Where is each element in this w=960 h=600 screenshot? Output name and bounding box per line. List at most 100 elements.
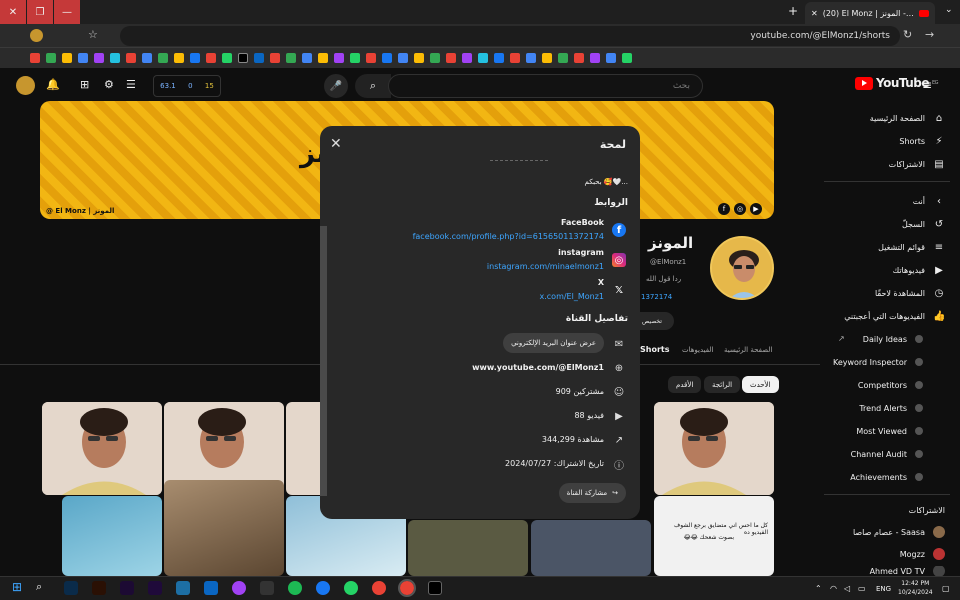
close-window-icon[interactable]: ✕	[0, 0, 26, 24]
bookmark-icon[interactable]	[318, 53, 328, 63]
bookmark-icon[interactable]	[622, 53, 632, 63]
restore-window-icon[interactable]: ❐	[27, 0, 53, 24]
bookmark-icon[interactable]	[398, 53, 408, 63]
folder-icon[interactable]	[176, 581, 190, 595]
instagram-icon[interactable]: ◎	[734, 203, 746, 215]
bookmark-icon[interactable]	[302, 53, 312, 63]
subscription-item[interactable]: Ahmed VD TV	[830, 566, 945, 576]
premiere-icon[interactable]	[148, 581, 162, 595]
search-button[interactable]: ⌕	[355, 74, 391, 98]
account-avatar[interactable]	[16, 76, 35, 95]
clock[interactable]: 12:42 PM 10/24/2024	[898, 579, 933, 597]
sidebar-item-shorts[interactable]: Shorts ⚡	[830, 131, 945, 151]
bookmark-icon[interactable]	[126, 53, 136, 63]
show-email-button[interactable]: عرض عنوان البريد الإلكتروني	[503, 333, 604, 353]
bookmark-icon[interactable]	[494, 53, 504, 63]
browser-tab[interactable]: ✕ (20) El Monz | المونز - YouTube	[805, 2, 935, 24]
close-tab-icon[interactable]: ✕	[811, 9, 818, 18]
new-tab-button[interactable]: +	[788, 4, 798, 18]
menu-hamburger-icon[interactable]: ≡	[922, 78, 932, 92]
sidebar-section-you[interactable]: أنت ‹	[830, 191, 945, 211]
chrome-icon[interactable]	[372, 581, 386, 595]
sidebar-tool-channel-audit[interactable]: Channel Audit	[830, 444, 923, 464]
bookmark-icon[interactable]	[238, 53, 248, 63]
illustrator-icon[interactable]	[92, 581, 106, 595]
sidebar-item-your-videos[interactable]: فيديوهاتك ▶	[830, 260, 945, 280]
bookmark-icon[interactable]	[286, 53, 296, 63]
extension-stats-widget[interactable]: 63.1 0 15	[153, 75, 221, 97]
photoshop-icon[interactable]	[64, 581, 78, 595]
channel-description[interactable]: ردا قول الله	[646, 275, 681, 283]
bookmark-icon[interactable]	[542, 53, 552, 63]
bookmark-icon[interactable]	[606, 53, 616, 63]
channel-link[interactable]: 1372174	[641, 293, 672, 301]
sidebar-tool-trend-alerts[interactable]: Trend Alerts	[830, 398, 923, 418]
short-thumbnail[interactable]	[654, 402, 774, 495]
extension-menu-icon[interactable]: ☰	[126, 78, 136, 91]
notifications-icon[interactable]: ▢	[942, 584, 950, 593]
bookmark-icon[interactable]	[62, 53, 72, 63]
voice-search-icon[interactable]: 🎤	[324, 74, 348, 98]
sidebar-tool-most-viewed[interactable]: Most Viewed	[830, 421, 923, 441]
bookmark-icon[interactable]	[142, 53, 152, 63]
chip-popular[interactable]: الرائجة	[704, 376, 741, 393]
subscription-item[interactable]: عصام صاصا - Saasa	[830, 522, 945, 542]
channel-avatar[interactable]	[710, 236, 774, 300]
short-thumbnail[interactable]	[42, 402, 162, 495]
chip-oldest[interactable]: الأقدم	[668, 376, 702, 393]
sidebar-item-history[interactable]: السجلّ ↺	[830, 214, 945, 234]
bookmark-icon[interactable]	[478, 53, 488, 63]
bookmark-icon[interactable]	[590, 53, 600, 63]
bookmark-star-icon[interactable]: ☆	[88, 28, 98, 41]
bookmark-icon[interactable]	[350, 53, 360, 63]
bookmark-icon[interactable]	[78, 53, 88, 63]
search-icon[interactable]: ⌕	[36, 580, 42, 594]
facebook-link[interactable]: facebook.com/profile.php?id=615650113721…	[413, 232, 604, 241]
extension-icon[interactable]: ⚙	[104, 78, 114, 91]
close-icon[interactable]: ✕	[330, 136, 342, 152]
tray-chevron-icon[interactable]: ⌃	[815, 584, 822, 593]
bookmark-icon[interactable]	[158, 53, 168, 63]
wifi-icon[interactable]: ◠	[830, 584, 837, 593]
share-channel-button[interactable]: مشاركة القناة ↪	[558, 483, 626, 503]
short-thumbnail[interactable]	[408, 520, 528, 576]
short-thumbnail[interactable]	[62, 496, 162, 576]
facebook-icon[interactable]	[316, 581, 330, 595]
tab-shorts[interactable]: Shorts	[640, 345, 669, 354]
spotify-icon[interactable]	[288, 581, 302, 595]
dialog-scrollbar[interactable]	[320, 226, 327, 496]
bookmark-icon[interactable]	[174, 53, 184, 63]
address-bar[interactable]: youtube.com/@ElMonz1/shorts	[120, 26, 900, 46]
bookmark-icon[interactable]	[414, 53, 424, 63]
linkedin-icon[interactable]	[204, 581, 218, 595]
tab-home[interactable]: الصفحة الرئيسية	[724, 346, 772, 354]
sidebar-tool-competitors[interactable]: Competitors	[830, 375, 923, 395]
bookmark-icon[interactable]	[270, 53, 280, 63]
chrome-active-icon[interactable]	[398, 579, 416, 597]
facebook-icon[interactable]: f	[718, 203, 730, 215]
whatsapp-icon[interactable]	[344, 581, 358, 595]
bookmark-icon[interactable]	[334, 53, 344, 63]
bookmark-icon[interactable]	[190, 53, 200, 63]
windows-start-icon[interactable]: ⊞	[12, 580, 22, 594]
volume-icon[interactable]: ◁	[844, 584, 850, 593]
instagram-link[interactable]: instagram.com/minaelmonz1	[487, 262, 604, 271]
back-icon[interactable]: →	[925, 28, 934, 41]
bookmark-icon[interactable]	[574, 53, 584, 63]
sidebar-tool-achievements[interactable]: Achievements	[830, 467, 923, 487]
language-indicator[interactable]: ENG	[876, 585, 891, 593]
tab-videos[interactable]: الفيديوهات	[682, 346, 713, 354]
sidebar-item-liked[interactable]: الفيديوهات التي أعجبتني 👍	[830, 306, 945, 326]
create-video-icon[interactable]: ⊞	[80, 78, 89, 91]
battery-icon[interactable]: ▭	[858, 584, 866, 593]
notifications-bell-icon[interactable]: 🔔	[46, 78, 60, 91]
bookmark-icon[interactable]	[254, 53, 264, 63]
bookmark-icon[interactable]	[222, 53, 232, 63]
youtube-icon[interactable]: ▶	[750, 203, 762, 215]
bookmark-icon[interactable]	[526, 53, 536, 63]
x-link[interactable]: x.com/El_Monz1	[540, 292, 605, 301]
reload-icon[interactable]: ↻	[903, 28, 912, 41]
chip-latest[interactable]: الأحدث	[742, 376, 779, 393]
bookmark-icon[interactable]	[110, 53, 120, 63]
sidebar-item-subscriptions[interactable]: الاشتراكات ▤	[830, 154, 945, 174]
